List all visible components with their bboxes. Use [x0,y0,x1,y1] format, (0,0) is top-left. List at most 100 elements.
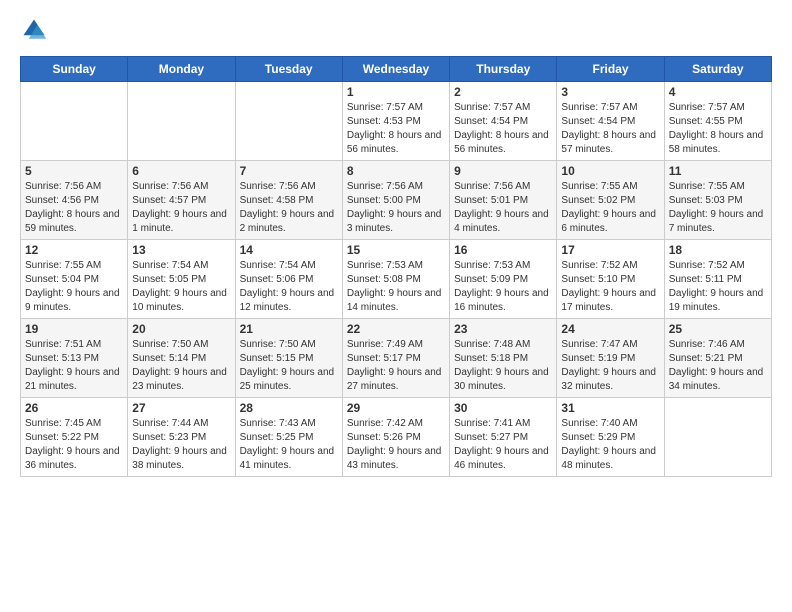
day-number: 26 [25,401,123,415]
calendar-cell: 7Sunrise: 7:56 AMSunset: 4:58 PMDaylight… [235,161,342,240]
calendar-cell [128,82,235,161]
calendar-week-4: 26 Sunrise: 7:45 AMSunset: 5:22 PMDayligh… [21,398,772,477]
calendar: SundayMondayTuesdayWednesdayThursdayFrid… [20,56,772,477]
day-number: 12 [25,243,123,257]
cell-details: Sunrise: 7:56 AMSunset: 4:57 PMDaylight:… [132,180,230,236]
calendar-cell: 3 Sunrise: 7:57 AMSunset: 4:54 PMDaylight… [557,82,664,161]
calendar-week-1: 5Sunrise: 7:56 AMSunset: 4:56 PMDaylight… [21,161,772,240]
day-number: 16 [454,243,552,257]
weekday-header-saturday: Saturday [664,57,771,82]
calendar-cell: 22Sunrise: 7:49 AMSunset: 5:17 PMDayligh… [342,319,449,398]
day-number: 9 [454,164,552,178]
calendar-cell: 12Sunrise: 7:55 AMSunset: 5:04 PMDayligh… [21,240,128,319]
calendar-cell [664,398,771,477]
calendar-cell: 18Sunrise: 7:52 AMSunset: 5:11 PMDayligh… [664,240,771,319]
day-number: 31 [561,401,659,415]
calendar-cell: 19 Sunrise: 7:51 AMSunset: 5:13 PMDayligh… [21,319,128,398]
calendar-cell: 29 Sunrise: 7:42 AMSunset: 5:26 PMDayligh… [342,398,449,477]
weekday-header-tuesday: Tuesday [235,57,342,82]
cell-details: Sunrise: 7:52 AMSunset: 5:10 PMDaylight:… [561,259,659,315]
calendar-cell: 17 Sunrise: 7:52 AMSunset: 5:10 PMDayligh… [557,240,664,319]
day-number: 20 [132,322,230,336]
calendar-cell: 9 Sunrise: 7:56 AMSunset: 5:01 PMDaylight… [450,161,557,240]
calendar-cell: 26 Sunrise: 7:45 AMSunset: 5:22 PMDayligh… [21,398,128,477]
cell-details: Sunrise: 7:54 AMSunset: 5:05 PMDaylight:… [132,259,230,315]
day-number: 3 [561,85,659,99]
day-number: 13 [132,243,230,257]
cell-details: Sunrise: 7:41 AMSunset: 5:27 PMDaylight:… [454,417,552,473]
day-number: 18 [669,243,767,257]
day-number: 2 [454,85,552,99]
weekday-header-monday: Monday [128,57,235,82]
calendar-cell: 8Sunrise: 7:56 AMSunset: 5:00 PMDaylight… [342,161,449,240]
calendar-cell: 4Sunrise: 7:57 AMSunset: 4:55 PMDaylight… [664,82,771,161]
day-number: 5 [25,164,123,178]
page: SundayMondayTuesdayWednesdayThursdayFrid… [0,0,792,612]
calendar-cell: 1 Sunrise: 7:57 AMSunset: 4:53 PMDaylight… [342,82,449,161]
calendar-cell: 27Sunrise: 7:44 AMSunset: 5:23 PMDayligh… [128,398,235,477]
cell-details: Sunrise: 7:57 AMSunset: 4:55 PMDaylight:… [669,101,767,157]
day-number: 23 [454,322,552,336]
calendar-week-3: 19 Sunrise: 7:51 AMSunset: 5:13 PMDayligh… [21,319,772,398]
day-number: 25 [669,322,767,336]
day-number: 29 [347,401,445,415]
day-number: 1 [347,85,445,99]
weekday-header-friday: Friday [557,57,664,82]
cell-details: Sunrise: 7:54 AMSunset: 5:06 PMDaylight:… [240,259,338,315]
calendar-cell: 5Sunrise: 7:56 AMSunset: 4:56 PMDaylight… [21,161,128,240]
day-number: 28 [240,401,338,415]
cell-details: Sunrise: 7:53 AMSunset: 5:08 PMDaylight:… [347,259,445,315]
cell-details: Sunrise: 7:51 AMSunset: 5:13 PMDaylight:… [25,338,123,394]
cell-details: Sunrise: 7:56 AMSunset: 5:00 PMDaylight:… [347,180,445,236]
calendar-cell: 25 Sunrise: 7:46 AMSunset: 5:21 PMDayligh… [664,319,771,398]
day-number: 6 [132,164,230,178]
cell-details: Sunrise: 7:42 AMSunset: 5:26 PMDaylight:… [347,417,445,473]
day-number: 11 [669,164,767,178]
cell-details: Sunrise: 7:43 AMSunset: 5:25 PMDaylight:… [240,417,338,473]
calendar-cell: 28 Sunrise: 7:43 AMSunset: 5:25 PMDayligh… [235,398,342,477]
logo-icon [20,16,48,44]
day-number: 22 [347,322,445,336]
cell-details: Sunrise: 7:56 AMSunset: 5:01 PMDaylight:… [454,180,552,236]
cell-details: Sunrise: 7:56 AMSunset: 4:58 PMDaylight:… [240,180,338,236]
calendar-cell: 20 Sunrise: 7:50 AMSunset: 5:14 PMDayligh… [128,319,235,398]
cell-details: Sunrise: 7:57 AMSunset: 4:54 PMDaylight:… [454,101,552,157]
calendar-cell: 30 Sunrise: 7:41 AMSunset: 5:27 PMDayligh… [450,398,557,477]
cell-details: Sunrise: 7:46 AMSunset: 5:21 PMDaylight:… [669,338,767,394]
cell-details: Sunrise: 7:47 AMSunset: 5:19 PMDaylight:… [561,338,659,394]
weekday-header-sunday: Sunday [21,57,128,82]
header [20,16,772,44]
calendar-cell: 6 Sunrise: 7:56 AMSunset: 4:57 PMDaylight… [128,161,235,240]
day-number: 10 [561,164,659,178]
day-number: 14 [240,243,338,257]
cell-details: Sunrise: 7:50 AMSunset: 5:14 PMDaylight:… [132,338,230,394]
calendar-cell: 15 Sunrise: 7:53 AMSunset: 5:08 PMDayligh… [342,240,449,319]
calendar-cell: 13 Sunrise: 7:54 AMSunset: 5:05 PMDayligh… [128,240,235,319]
cell-details: Sunrise: 7:57 AMSunset: 4:54 PMDaylight:… [561,101,659,157]
calendar-cell: 31 Sunrise: 7:40 AMSunset: 5:29 PMDayligh… [557,398,664,477]
cell-details: Sunrise: 7:40 AMSunset: 5:29 PMDaylight:… [561,417,659,473]
cell-details: Sunrise: 7:53 AMSunset: 5:09 PMDaylight:… [454,259,552,315]
day-number: 15 [347,243,445,257]
calendar-week-0: 1 Sunrise: 7:57 AMSunset: 4:53 PMDaylight… [21,82,772,161]
day-number: 21 [240,322,338,336]
calendar-cell: 21 Sunrise: 7:50 AMSunset: 5:15 PMDayligh… [235,319,342,398]
cell-details: Sunrise: 7:50 AMSunset: 5:15 PMDaylight:… [240,338,338,394]
calendar-cell: 11 Sunrise: 7:55 AMSunset: 5:03 PMDayligh… [664,161,771,240]
calendar-cell [235,82,342,161]
day-number: 17 [561,243,659,257]
logo [20,16,52,44]
weekday-header-row: SundayMondayTuesdayWednesdayThursdayFrid… [21,57,772,82]
calendar-cell [21,82,128,161]
cell-details: Sunrise: 7:45 AMSunset: 5:22 PMDaylight:… [25,417,123,473]
calendar-cell: 23Sunrise: 7:48 AMSunset: 5:18 PMDayligh… [450,319,557,398]
day-number: 30 [454,401,552,415]
calendar-cell: 14 Sunrise: 7:54 AMSunset: 5:06 PMDayligh… [235,240,342,319]
day-number: 19 [25,322,123,336]
calendar-week-2: 12Sunrise: 7:55 AMSunset: 5:04 PMDayligh… [21,240,772,319]
calendar-cell: 2 Sunrise: 7:57 AMSunset: 4:54 PMDaylight… [450,82,557,161]
cell-details: Sunrise: 7:57 AMSunset: 4:53 PMDaylight:… [347,101,445,157]
weekday-header-thursday: Thursday [450,57,557,82]
cell-details: Sunrise: 7:44 AMSunset: 5:23 PMDaylight:… [132,417,230,473]
cell-details: Sunrise: 7:55 AMSunset: 5:03 PMDaylight:… [669,180,767,236]
